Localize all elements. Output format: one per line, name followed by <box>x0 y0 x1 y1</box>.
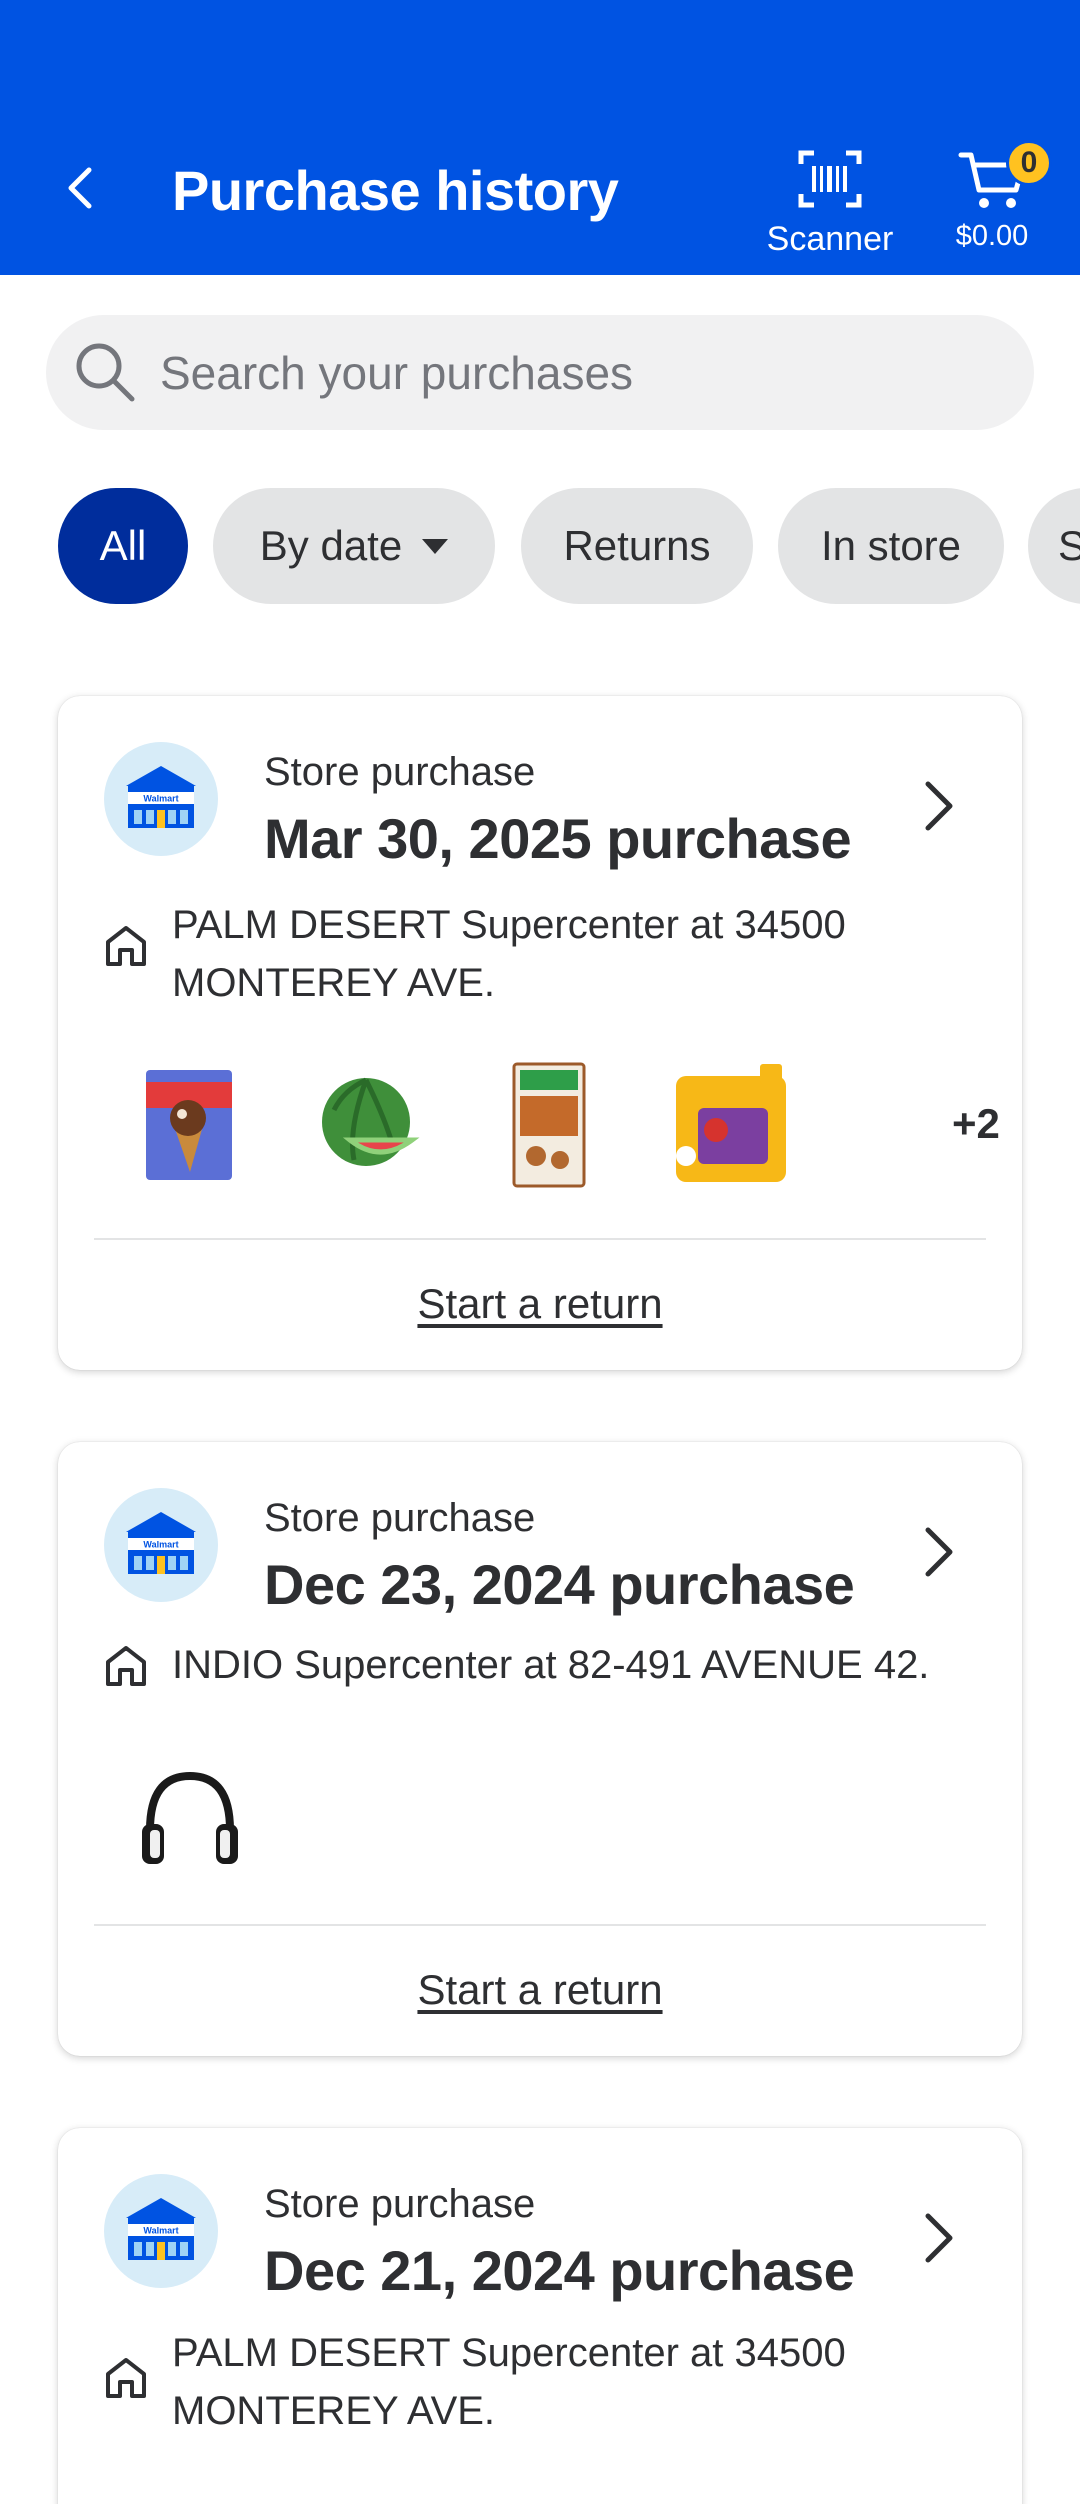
app-header: Purchase history Scanner 0 $0.00 <box>0 0 1080 275</box>
walmart-store-icon: Walmart <box>104 742 218 856</box>
cart-count-badge: 0 <box>1006 140 1052 186</box>
arm-hammer-detergent-image <box>676 1064 786 1182</box>
search-bar[interactable] <box>46 315 1034 430</box>
cart-total: $0.00 <box>955 220 1029 252</box>
purchase-card[interactable]: Walmart Store purchase Dec 21, 2024 purc… <box>58 2128 1022 2504</box>
chip-label: Returns <box>563 522 711 569</box>
purchase-date: Dec 21, 2024 purchase <box>264 2239 855 2302</box>
purchase-type: Store purchase <box>264 1496 536 1540</box>
store-address: PALM DESERT Supercenter at 34500 MONTERE… <box>172 903 846 1005</box>
barcode-scanner-icon <box>798 150 862 208</box>
cart-button[interactable]: 0 $0.00 <box>940 140 1052 260</box>
svg-text:Walmart: Walmart <box>143 1540 178 1550</box>
chip-by-date[interactable]: By date <box>213 488 495 604</box>
chevron-left-icon <box>68 167 92 209</box>
drumstick-ice-cream-image <box>146 1070 232 1180</box>
back-button[interactable] <box>56 160 104 216</box>
chip-all[interactable]: All <box>58 488 188 604</box>
walmart-store-icon: Walmart <box>104 1488 218 1602</box>
store-address: INDIO Supercenter at 82-491 AVENUE 42. <box>172 1643 930 1687</box>
search-icon <box>76 343 135 402</box>
filter-chips: All By date Returns In store S <box>58 488 1080 604</box>
chip-returns[interactable]: Returns <box>521 488 753 604</box>
divider <box>94 1924 986 1926</box>
chip-label: In store <box>820 522 962 569</box>
purchase-card[interactable]: Walmart Store purchase Dec 23, 2024 purc… <box>58 1442 1022 2056</box>
store-icon <box>106 2358 146 2398</box>
purchase-date: Mar 30, 2025 purchase <box>264 807 852 870</box>
walmart-store-icon: Walmart <box>104 2174 218 2288</box>
chip-in-store[interactable]: In store <box>778 488 1004 604</box>
item-thumbnails <box>104 1754 1004 1884</box>
purchase-type: Store purchase <box>264 750 536 794</box>
svg-text:Walmart: Walmart <box>143 794 178 804</box>
purchase-date: Dec 23, 2024 purchase <box>264 1553 855 1616</box>
purchase-type: Store purchase <box>264 2182 536 2226</box>
chevron-right-icon[interactable] <box>920 1524 956 1580</box>
start-return-link[interactable]: Start a return <box>58 1280 1022 1328</box>
scanner-button[interactable]: Scanner <box>760 150 900 270</box>
divider <box>94 1238 986 1240</box>
chip-label: S <box>1058 522 1080 569</box>
store-icon <box>106 1646 146 1686</box>
cinnamon-toast-crunch-cereal-image <box>512 1062 586 1188</box>
page-title: Purchase history <box>172 159 619 222</box>
caret-down-icon <box>422 538 449 554</box>
svg-text:Walmart: Walmart <box>143 2226 178 2236</box>
item-thumbnails: +2 <box>104 1060 1004 1190</box>
purchase-card[interactable]: Walmart Store purchase Mar 30, 2025 purc… <box>58 696 1022 1370</box>
chevron-right-icon[interactable] <box>920 2210 956 2266</box>
search-input[interactable] <box>160 333 1000 413</box>
store-icon <box>106 926 146 966</box>
start-return-link[interactable]: Start a return <box>58 1966 1022 2014</box>
chip-label: By date <box>259 522 403 569</box>
chip-label: All <box>99 522 147 569</box>
headphones-image <box>142 1771 238 1864</box>
scanner-label: Scanner <box>766 220 894 258</box>
watermelon-image <box>322 1077 420 1166</box>
chip-partial[interactable]: S <box>1028 488 1080 604</box>
store-address: PALM DESERT Supercenter at 34500 MONTERE… <box>172 2331 846 2433</box>
chevron-right-icon[interactable] <box>920 778 956 834</box>
more-items-count: +2 <box>952 1100 1000 1147</box>
